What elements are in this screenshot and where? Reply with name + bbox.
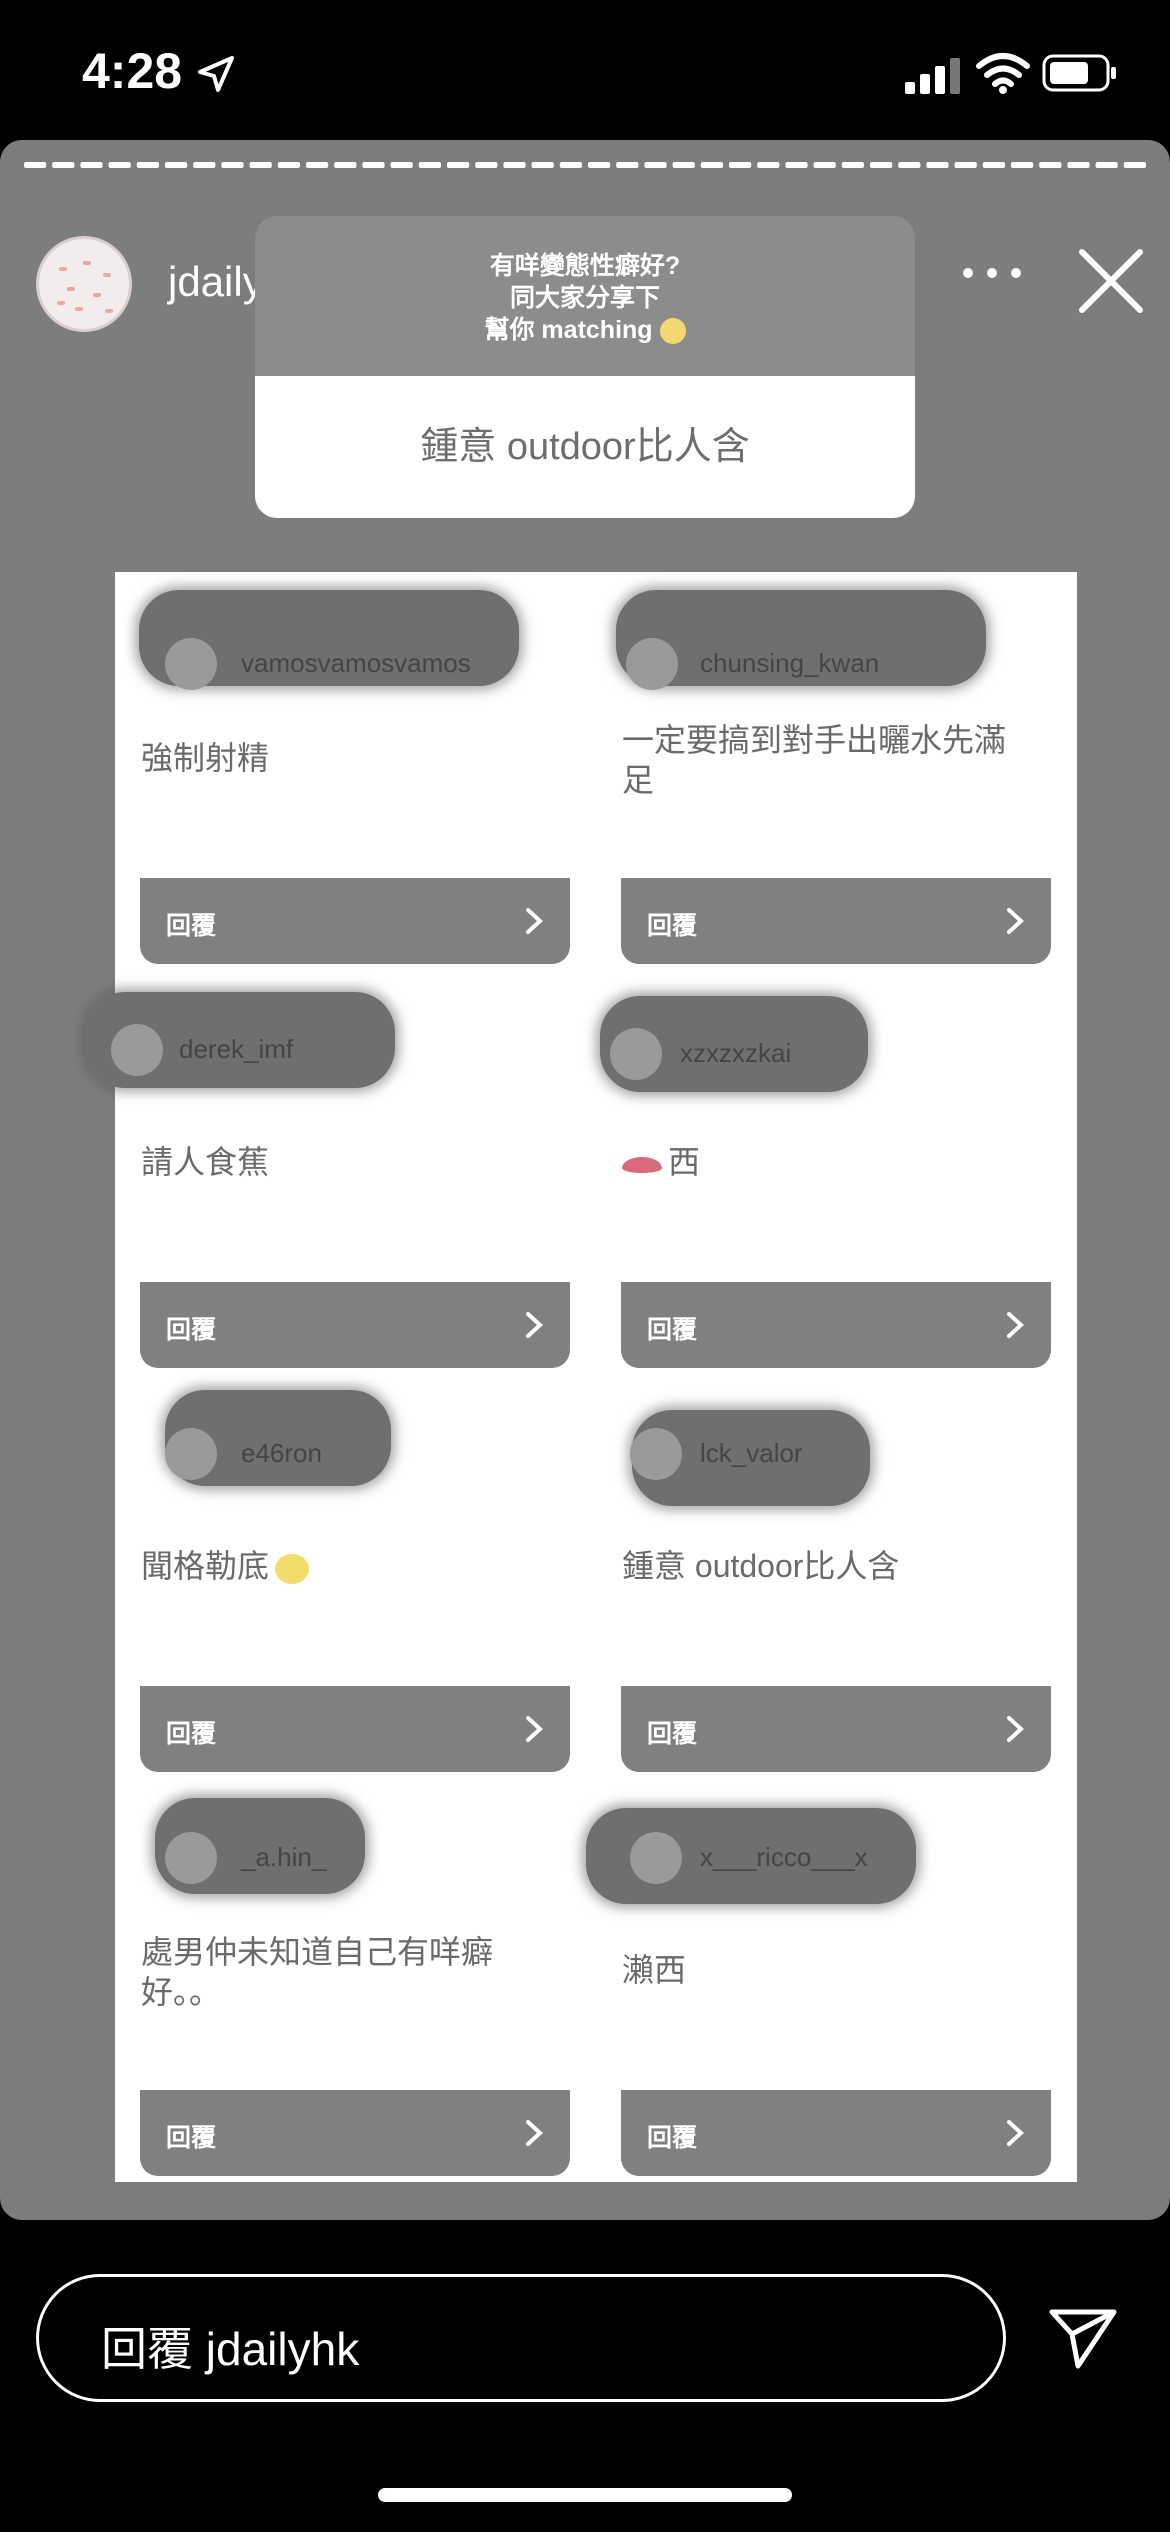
response-username: _a.hin_ (241, 1842, 327, 1872)
reply-button[interactable]: 回覆 (140, 1686, 570, 1772)
response-username: e46ron (241, 1438, 322, 1468)
reply-input[interactable]: 回覆 jdailyhk (36, 2274, 1006, 2402)
response-card: derek_imf 請人食蕉 回覆 (85, 976, 595, 1380)
send-icon[interactable] (1048, 2304, 1118, 2370)
chevron-right-icon (1007, 908, 1024, 934)
reply-button[interactable]: 回覆 (140, 878, 570, 964)
chevron-right-icon (1007, 1716, 1024, 1742)
close-icon[interactable] (1078, 248, 1144, 314)
response-card: chunsing_kwan 一定要搞到對手出曬水先滿足 回覆 (596, 572, 1076, 976)
response-card: _a.hin_ 處男仲未知道自己有咩癖好。。 回覆 (115, 1784, 595, 2188)
story-progress-segments (24, 162, 1146, 168)
response-avatar (165, 1832, 217, 1884)
smile-emoji-icon (659, 318, 686, 345)
question-answer: 鍾意 outdoor比人含 (255, 376, 915, 518)
sparkle-emoji-icon (275, 1553, 310, 1584)
question-sticker: 有咩變態性癖好? 同大家分享下 幫你 matching 鍾意 outdoor比人… (255, 216, 915, 518)
response-answer: 瀨西 (622, 1952, 687, 1988)
response-username: vamosvamosvamos (241, 648, 471, 678)
location-arrow-icon (198, 56, 234, 92)
home-indicator[interactable] (378, 2488, 792, 2502)
reply-button[interactable]: 回覆 (621, 1282, 1051, 1368)
response-card: x___ricco___x 瀨西 回覆 (586, 1784, 1076, 2188)
reply-button[interactable]: 回覆 (140, 1282, 570, 1368)
response-avatar (626, 638, 678, 690)
chevron-right-icon (526, 1312, 543, 1338)
more-options-icon[interactable] (960, 258, 1024, 288)
response-answer: 強制射精 (141, 740, 270, 776)
response-avatar (630, 1428, 682, 1480)
story-viewer[interactable]: jdailyhk 1日 有咩變態性癖好? 同大家分享下 幫你 matching … (0, 140, 1170, 2220)
response-card: vamosvamosvamos 強制射精 回覆 (115, 572, 595, 976)
reply-button[interactable]: 回覆 (621, 2090, 1051, 2176)
response-answer: 鍾意 outdoor比人含 (622, 1548, 900, 1584)
chevron-right-icon (526, 908, 543, 934)
chevron-right-icon (526, 1716, 543, 1742)
reply-button[interactable]: 回覆 (621, 1686, 1051, 1772)
response-username: xzxzxzkai (680, 1038, 792, 1068)
response-username: chunsing_kwan (700, 648, 880, 678)
wifi-icon (976, 53, 1030, 94)
response-avatar (111, 1024, 163, 1076)
response-avatar (165, 1428, 217, 1480)
response-answer: 處男仲未知道自己有咩癖好。。 (141, 1934, 494, 2010)
response-answer: 聞格勒底 (141, 1546, 541, 1586)
responses-grid: vamosvamosvamos 強制射精 回覆 chunsing_kwan 一定… (85, 572, 1077, 2182)
lips-emoji-icon (622, 1156, 662, 1173)
response-card: xzxzxzkai 西 回覆 (596, 976, 1076, 1380)
battery-icon (1042, 54, 1116, 92)
profile-avatar[interactable] (36, 236, 132, 332)
status-time: 4:28 (82, 43, 183, 99)
response-avatar (165, 638, 217, 690)
question-text: 有咩變態性癖好? 同大家分享下 幫你 matching (255, 216, 915, 376)
chevron-right-icon (1007, 2120, 1024, 2146)
response-avatar (610, 1028, 662, 1080)
response-username: lck_valor (700, 1438, 803, 1468)
response-answer: 請人食蕉 (141, 1144, 270, 1180)
response-username: x___ricco___x (700, 1842, 868, 1872)
response-answer: 西 (622, 1142, 1022, 1182)
response-answer: 一定要搞到對手出曬水先滿足 (622, 722, 1007, 798)
response-card: lck_valor 鍾意 outdoor比人含 回覆 (596, 1380, 1076, 1784)
response-username: derek_imf (179, 1034, 294, 1064)
reply-button[interactable]: 回覆 (621, 878, 1051, 964)
chevron-right-icon (526, 2120, 543, 2146)
status-bar: 4:28 (0, 0, 1170, 140)
chevron-right-icon (1007, 1312, 1024, 1338)
response-avatar (630, 1832, 682, 1884)
cellular-signal-icon (905, 58, 960, 94)
reply-input-placeholder: 回覆 jdailyhk (101, 2323, 360, 2375)
response-card: e46ron 聞格勒底 回覆 (115, 1380, 595, 1784)
reply-button[interactable]: 回覆 (140, 2090, 570, 2176)
